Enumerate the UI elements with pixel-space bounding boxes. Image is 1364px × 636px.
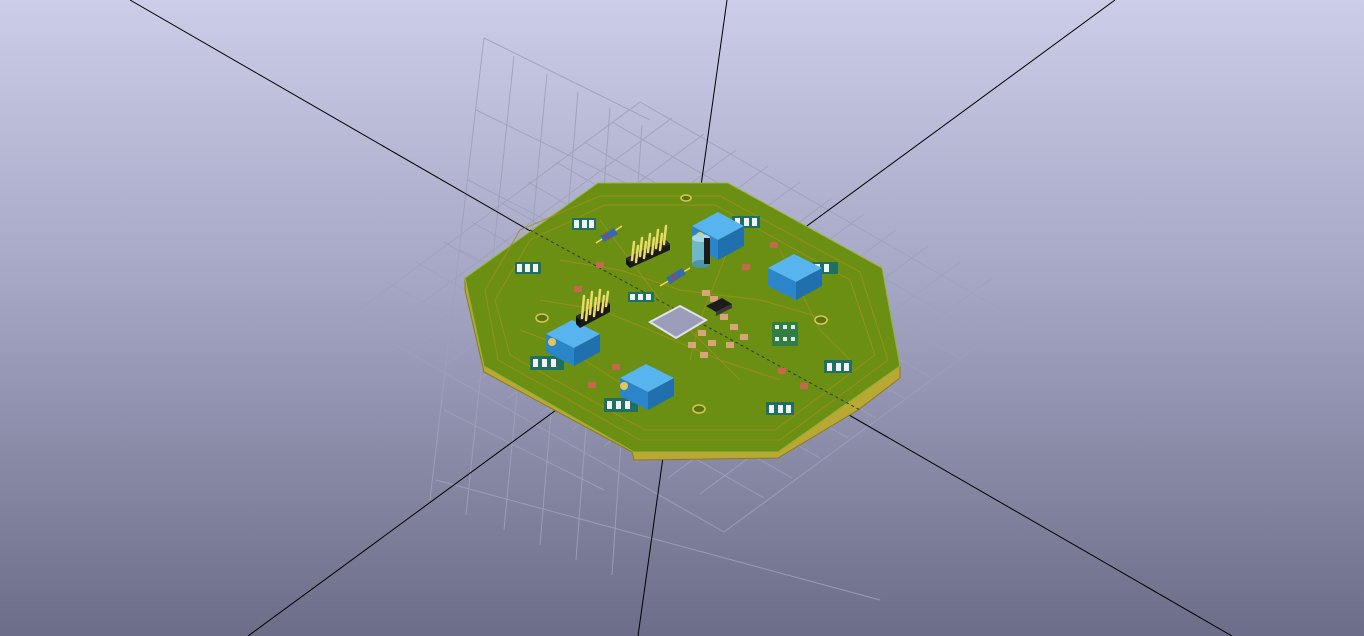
smd-pad-group xyxy=(515,262,541,274)
smd-pad-group xyxy=(824,360,852,373)
smd-resistor xyxy=(800,383,808,389)
smd-pad-group xyxy=(772,322,798,346)
smd-resistor xyxy=(742,264,750,270)
smd-capacitor xyxy=(720,314,728,320)
3d-viewport[interactable] xyxy=(0,0,1364,636)
smd-resistor xyxy=(612,364,620,370)
smd-capacitor xyxy=(700,352,708,358)
smd-capacitor xyxy=(740,334,748,340)
smd-resistor xyxy=(588,382,596,388)
smd-resistor xyxy=(778,368,786,374)
smd-resistor xyxy=(596,262,604,268)
mounting-hole xyxy=(535,313,549,323)
smd-capacitor xyxy=(708,340,716,346)
smd-capacitor xyxy=(730,324,738,330)
smd-pad-group xyxy=(766,402,794,415)
smd-capacitor xyxy=(688,342,696,348)
smd-capacitor xyxy=(698,330,706,336)
3d-scene[interactable] xyxy=(0,0,1364,636)
pcb-board[interactable] xyxy=(464,182,901,461)
electrolytic-capacitor[interactable] xyxy=(692,234,710,268)
smd-capacitor xyxy=(726,342,734,348)
smd-pad-group xyxy=(572,218,596,230)
smd-resistor xyxy=(574,286,582,292)
smd-pad-group xyxy=(628,292,654,302)
smd-capacitor xyxy=(702,290,710,296)
mounting-hole xyxy=(692,404,706,414)
mounting-hole xyxy=(680,194,692,202)
smd-resistor xyxy=(770,242,778,248)
mounting-hole xyxy=(814,315,828,325)
